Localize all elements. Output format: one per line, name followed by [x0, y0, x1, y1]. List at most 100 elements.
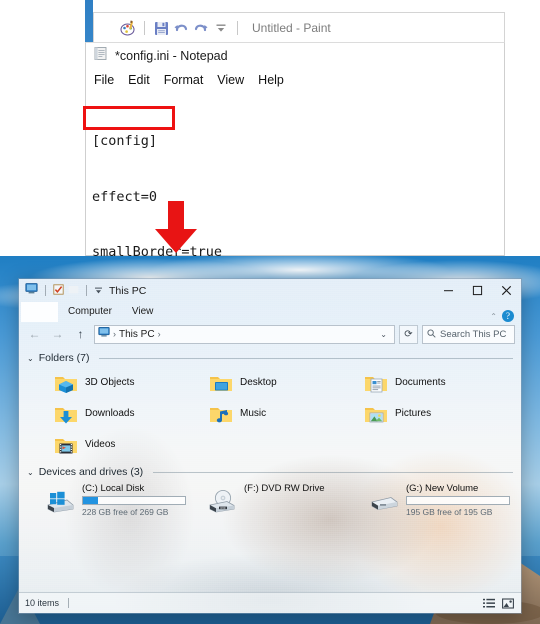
list-item[interactable]: 3D Objects: [27, 367, 182, 398]
notepad-menubar: File Edit Format View Help: [86, 69, 504, 91]
list-item[interactable]: Pictures: [337, 398, 492, 429]
list-item[interactable]: Downloads: [27, 398, 182, 429]
tab-file[interactable]: [21, 302, 58, 322]
customize-qat-icon[interactable]: [94, 282, 103, 300]
undo-icon[interactable]: [171, 18, 191, 38]
svg-text:DVD: DVD: [220, 507, 225, 510]
chevron-down-icon[interactable]: ⌄: [27, 354, 34, 363]
group-divider: [153, 471, 513, 473]
group-divider: [99, 357, 513, 359]
this-pc-icon[interactable]: [25, 282, 38, 300]
red-down-arrow: [155, 201, 197, 253]
titlebar-divider-2: [86, 285, 87, 296]
details-view-button[interactable]: [482, 597, 496, 610]
menu-view[interactable]: View: [217, 73, 244, 87]
close-button[interactable]: [492, 279, 521, 302]
drive-info: (G:) New Volume 195 GB free of 195 GB: [406, 482, 510, 517]
group-header-devices[interactable]: ⌄ Devices and drives (3): [27, 466, 513, 478]
window-controls: [434, 279, 521, 302]
tab-view[interactable]: View: [122, 302, 164, 322]
explorer-titlebar[interactable]: This PC: [19, 279, 521, 302]
folder-videos-icon: [53, 432, 79, 458]
ribbon-right-controls: ⌃ ?: [490, 310, 521, 322]
qat-divider-1: [144, 21, 145, 35]
titlebar-divider-1: [45, 285, 46, 296]
forward-button[interactable]: →: [48, 325, 67, 344]
notepad-window: *config.ini - Notepad File Edit Format V…: [85, 42, 505, 256]
drive-label: (C:) Local Disk: [82, 483, 145, 494]
save-icon[interactable]: [151, 18, 171, 38]
explorer-window-title: This PC: [109, 284, 147, 297]
group-header-folders[interactable]: ⌄ Folders (7): [27, 352, 513, 364]
list-item[interactable]: (G:) New Volume 195 GB free of 195 GB: [351, 482, 513, 517]
breadcrumb-separator: ›: [113, 329, 116, 339]
drive-capacity-fill: [83, 497, 99, 504]
breadcrumb-separator-2[interactable]: ›: [158, 329, 161, 339]
dvd-drive-icon: DVD: [207, 488, 237, 514]
status-divider: [68, 598, 70, 608]
menu-file[interactable]: File: [94, 73, 114, 87]
paint-window-title: Untitled - Paint: [252, 21, 331, 35]
list-item-label: Downloads: [85, 408, 135, 419]
list-item[interactable]: DVD (F:) DVD RW Drive: [189, 482, 351, 517]
screenshot-root: Untitled - Paint *config.ini - Notepad F…: [0, 0, 540, 624]
folders-grid: 3D Objects Desktop Documents Downloads M…: [27, 367, 513, 460]
customize-qat-icon[interactable]: [211, 18, 231, 38]
search-input[interactable]: Search This PC: [422, 324, 515, 344]
top-panel-config-editor: Untitled - Paint *config.ini - Notepad F…: [0, 0, 540, 256]
explorer-status-bar: 10 items: [19, 592, 521, 613]
redo-icon[interactable]: [191, 18, 211, 38]
list-item[interactable]: Videos: [27, 429, 182, 460]
folder-downloads-icon: [53, 401, 79, 427]
address-history-dropdown-icon[interactable]: ⌄: [376, 330, 391, 339]
paint-window: Untitled - Paint: [93, 12, 505, 44]
list-item-label: Videos: [85, 439, 116, 450]
list-item[interactable]: (C:) Local Disk 228 GB free of 269 GB: [27, 482, 189, 517]
list-item[interactable]: Music: [182, 398, 337, 429]
notepad-text-area[interactable]: [config] effect=0 smallBorder=true [blen…: [86, 91, 504, 256]
breadcrumb-this-pc[interactable]: This PC: [119, 329, 155, 340]
notepad-titlebar[interactable]: *config.ini - Notepad: [86, 43, 504, 69]
folder-documents-icon: [363, 370, 389, 396]
menu-edit[interactable]: Edit: [128, 73, 150, 87]
explorer-ribbon-tabs: Computer View ⌃ ?: [19, 302, 521, 322]
collapse-ribbon-icon[interactable]: ⌃: [490, 312, 497, 321]
drive-capacity-bar: [406, 496, 510, 505]
paint-titlebar[interactable]: Untitled - Paint: [94, 13, 504, 43]
list-item[interactable]: Documents: [337, 367, 492, 398]
config-line: [config]: [92, 133, 158, 149]
drive-info: (C:) Local Disk 228 GB free of 269 GB: [82, 482, 186, 517]
explorer-address-bar: ← → ↑ › This PC › ⌄ ⟳ Search This PC: [19, 322, 521, 346]
desktop-panel: This PC Computer View ⌃ ? ← → ↑ › This P…: [0, 256, 540, 624]
maximize-button[interactable]: [463, 279, 492, 302]
help-button[interactable]: ?: [502, 310, 514, 322]
large-icons-view-button[interactable]: [501, 597, 515, 610]
explorer-file-area: ⌄ Folders (7) 3D Objects Desktop Documen…: [19, 346, 521, 592]
breadcrumb-address-field[interactable]: › This PC › ⌄: [94, 324, 395, 344]
drives-grid: (C:) Local Disk 228 GB free of 269 GB DV…: [27, 482, 513, 517]
list-item[interactable]: Desktop: [182, 367, 337, 398]
list-item-label: 3D Objects: [85, 377, 135, 388]
menu-help[interactable]: Help: [258, 73, 284, 87]
up-button[interactable]: ↑: [71, 325, 90, 344]
notepad-icon: [93, 46, 108, 66]
paint-palette-icon[interactable]: [118, 18, 138, 38]
menu-format[interactable]: Format: [164, 73, 204, 87]
list-item-label: Music: [240, 408, 267, 419]
this-pc-icon: [98, 325, 110, 343]
group-label-devices: Devices and drives (3): [38, 466, 144, 478]
explorer-content: This PC Computer View ⌃ ? ← → ↑ › This P…: [19, 279, 521, 613]
list-item-label: Pictures: [395, 408, 432, 419]
refresh-button[interactable]: ⟳: [399, 324, 418, 344]
minimize-button[interactable]: [434, 279, 463, 302]
folder-3dobjects-icon: [53, 370, 79, 396]
new-folder-icon[interactable]: [68, 282, 79, 300]
chevron-down-icon[interactable]: ⌄: [27, 468, 34, 477]
properties-icon[interactable]: [53, 282, 64, 300]
folder-desktop-icon: [208, 370, 234, 396]
tab-computer[interactable]: Computer: [58, 302, 122, 322]
drive-free-space: 195 GB free of 195 GB: [406, 507, 493, 517]
explorer-quick-access-toolbar: [25, 282, 103, 300]
back-button[interactable]: ←: [25, 325, 44, 344]
search-placeholder: Search This PC: [440, 328, 507, 340]
